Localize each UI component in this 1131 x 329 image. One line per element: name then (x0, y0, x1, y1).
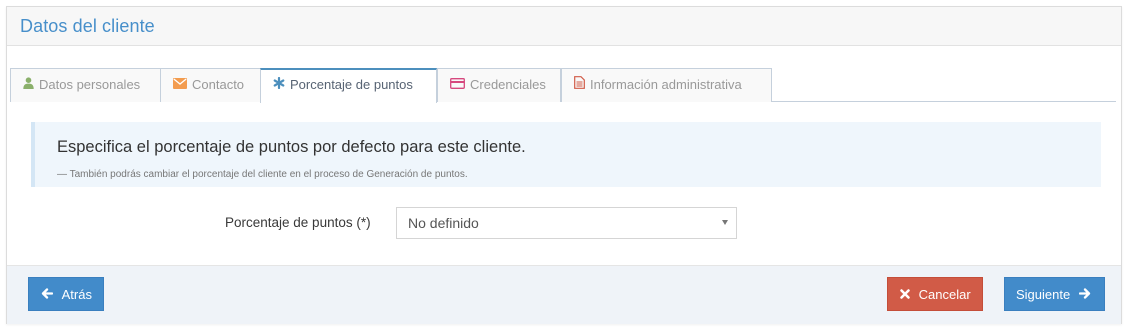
tab-informacion-administrativa[interactable]: Información administrativa (561, 68, 772, 102)
tab-label: Datos personales (39, 77, 141, 92)
arrow-left-icon (41, 278, 54, 312)
back-button[interactable]: Atrás (28, 277, 104, 311)
tab-bar: Datos personales Contacto Porcentaje de … (10, 68, 1116, 103)
alert-title: Especifica el porcentaje de puntos por d… (57, 138, 526, 156)
next-button-label: Siguiente (1016, 287, 1071, 302)
close-icon (900, 278, 910, 312)
back-button-label: Atrás (61, 287, 92, 302)
tab-label: Credenciales (470, 77, 546, 92)
alert-note: — También podrás cambiar el porcentaje d… (57, 169, 468, 180)
panel-header: Datos del cliente (7, 7, 1121, 46)
credit-card-icon (450, 69, 465, 101)
cancel-button[interactable]: Cancelar (887, 277, 983, 311)
cancel-button-label: Cancelar (918, 287, 971, 302)
panel-title: Datos del cliente (20, 16, 155, 36)
points-percentage-label: Porcentaje de puntos (*) (225, 215, 371, 230)
points-percentage-select[interactable]: No definido (396, 207, 737, 239)
envelope-icon (173, 69, 187, 101)
caret-down-icon (722, 220, 728, 225)
next-button[interactable]: Siguiente (1004, 277, 1105, 311)
arrow-right-icon (1078, 278, 1091, 312)
tab-label: Información administrativa (590, 77, 742, 92)
info-alert: Especifica el porcentaje de puntos por d… (31, 122, 1101, 187)
tab-datos-personales[interactable]: Datos personales (10, 68, 161, 102)
client-data-panel: Datos del cliente Datos personales Conta… (6, 6, 1122, 324)
form-footer: Atrás Cancelar Siguiente (7, 265, 1121, 324)
tab-label: Porcentaje de puntos (290, 77, 413, 92)
select-value: No definido (408, 215, 479, 231)
asterisk-icon (273, 70, 285, 100)
tab-credenciales[interactable]: Credenciales (437, 68, 561, 102)
tab-porcentaje-puntos[interactable]: Porcentaje de puntos (260, 68, 437, 103)
user-icon (23, 69, 34, 101)
file-text-icon (574, 69, 585, 101)
tab-label: Contacto (192, 77, 245, 92)
tab-contacto[interactable]: Contacto (160, 68, 261, 102)
